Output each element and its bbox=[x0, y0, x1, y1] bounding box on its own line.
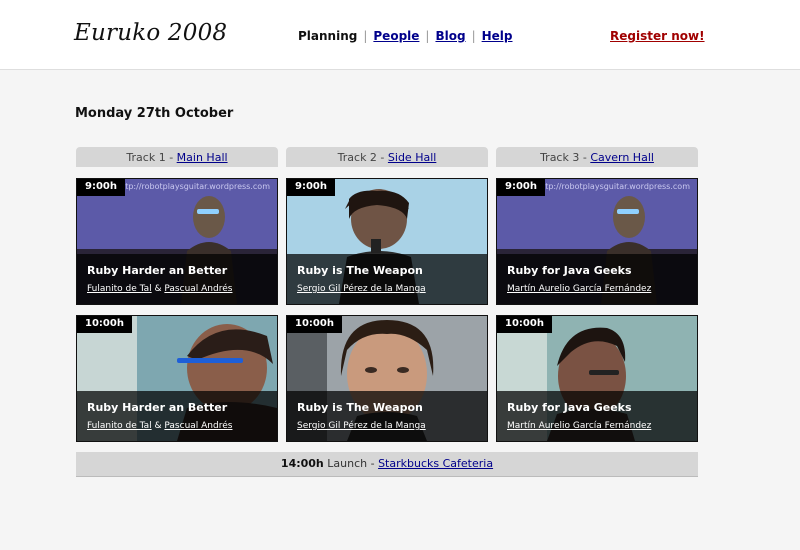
nav-link-blog[interactable]: Blog bbox=[435, 29, 465, 43]
register-link[interactable]: Register now! bbox=[610, 29, 705, 43]
session-time: 10:00h bbox=[77, 316, 132, 333]
track-header-2: Track 2 - Side Hall bbox=[286, 147, 488, 167]
session-time: 10:00h bbox=[497, 316, 552, 333]
track-label: Track 3 - bbox=[540, 151, 591, 164]
nav-separator: | bbox=[471, 29, 476, 43]
session-time: 10:00h bbox=[287, 316, 342, 333]
speaker-joiner: & bbox=[151, 421, 165, 431]
session-title: Ruby is The Weapon bbox=[297, 264, 423, 277]
session-card[interactable]: 10:00h Ruby is The Weapon Sergio Gil Pér… bbox=[286, 315, 488, 442]
session-title: Ruby for Java Geeks bbox=[507, 401, 632, 414]
speaker-link[interactable]: Fulanito de Tal bbox=[87, 421, 152, 431]
session-card[interactable]: 10:00h Ruby Harder an Better Fulanito de… bbox=[76, 315, 278, 442]
session-speakers: Fulanito de Tal & Pascual Andrés bbox=[87, 421, 232, 431]
speaker-link[interactable]: Pascual Andrés bbox=[164, 284, 232, 294]
session-info: Ruby Harder an Better Fulanito de Tal & … bbox=[77, 254, 277, 304]
nav-separator: | bbox=[425, 29, 430, 43]
lunch-label: Launch - bbox=[323, 457, 379, 470]
session-card[interactable]: http://robotplaysguitar.wordpress.com 9:… bbox=[76, 178, 278, 305]
track-venue-link[interactable]: Main Hall bbox=[177, 151, 228, 164]
day-title: Monday 27th October bbox=[75, 106, 234, 121]
session-info: Ruby Harder an Better Fulanito de Tal & … bbox=[77, 391, 277, 441]
session-card[interactable]: 9:00h Ruby is The Weapon Sergio Gil Pére… bbox=[286, 178, 488, 305]
track-venue-link[interactable]: Cavern Hall bbox=[590, 151, 654, 164]
site-header: Euruko 2008 Planning | People | Blog | Help Re… bbox=[0, 0, 800, 70]
track-header-1: Track 1 - Main Hall bbox=[76, 147, 278, 167]
speaker-link[interactable]: Fulanito de Tal bbox=[87, 284, 152, 294]
session-info: Ruby for Java Geeks Martín Aurelio Garcí… bbox=[497, 391, 697, 441]
photo-url-text: http://robotplaysguitar.wordpress.com bbox=[117, 182, 270, 191]
session-title: Ruby is The Weapon bbox=[297, 401, 423, 414]
session-speakers: Sergio Gil Pérez de la Manga bbox=[297, 421, 426, 431]
speaker-joiner: & bbox=[151, 284, 165, 294]
session-title: Ruby Harder an Better bbox=[87, 264, 228, 277]
speaker-link[interactable]: Sergio Gil Pérez de la Manga bbox=[297, 284, 426, 294]
nav-item-planning: Planning bbox=[298, 29, 358, 43]
main-nav: Planning | People | Blog | Help bbox=[298, 29, 513, 43]
session-card[interactable]: http://robotplaysguitar.wordpress.com 9:… bbox=[496, 178, 698, 305]
session-title: Ruby for Java Geeks bbox=[507, 264, 632, 277]
track-label: Track 2 - bbox=[337, 151, 388, 164]
session-title: Ruby Harder an Better bbox=[87, 401, 228, 414]
session-card[interactable]: 10:00h Ruby for Java Geeks Martín Aureli… bbox=[496, 315, 698, 442]
track-venue-link[interactable]: Side Hall bbox=[388, 151, 436, 164]
lunch-bar: 14:00h Launch - Starkbucks Cafeteria bbox=[76, 452, 698, 477]
session-info: Ruby for Java Geeks Martín Aurelio Garcí… bbox=[497, 254, 697, 304]
site-logo[interactable]: Euruko 2008 bbox=[74, 20, 227, 46]
session-speakers: Martín Aurelio García Fernández bbox=[507, 284, 651, 294]
session-info: Ruby is The Weapon Sergio Gil Pérez de l… bbox=[287, 254, 487, 304]
lunch-time: 14:00h bbox=[280, 457, 324, 470]
nav-separator: | bbox=[363, 29, 368, 43]
session-time: 9:00h bbox=[497, 179, 545, 196]
session-speakers: Martín Aurelio García Fernández bbox=[507, 421, 651, 431]
session-time: 9:00h bbox=[287, 179, 335, 196]
speaker-link[interactable]: Pascual Andrés bbox=[164, 421, 232, 431]
photo-url-text: http://robotplaysguitar.wordpress.com bbox=[537, 182, 690, 191]
track-header-3: Track 3 - Cavern Hall bbox=[496, 147, 698, 167]
lunch-venue-link[interactable]: Starkbucks Cafeteria bbox=[378, 457, 493, 470]
session-speakers: Sergio Gil Pérez de la Manga bbox=[297, 284, 426, 294]
nav-link-help[interactable]: Help bbox=[482, 29, 513, 43]
session-info: Ruby is The Weapon Sergio Gil Pérez de l… bbox=[287, 391, 487, 441]
session-time: 9:00h bbox=[77, 179, 125, 196]
session-speakers: Fulanito de Tal & Pascual Andrés bbox=[87, 284, 232, 294]
speaker-link[interactable]: Sergio Gil Pérez de la Manga bbox=[297, 421, 426, 431]
speaker-link[interactable]: Martín Aurelio García Fernández bbox=[507, 421, 651, 431]
speaker-link[interactable]: Martín Aurelio García Fernández bbox=[507, 284, 651, 294]
nav-link-people[interactable]: People bbox=[373, 29, 419, 43]
track-label: Track 1 - bbox=[126, 151, 177, 164]
